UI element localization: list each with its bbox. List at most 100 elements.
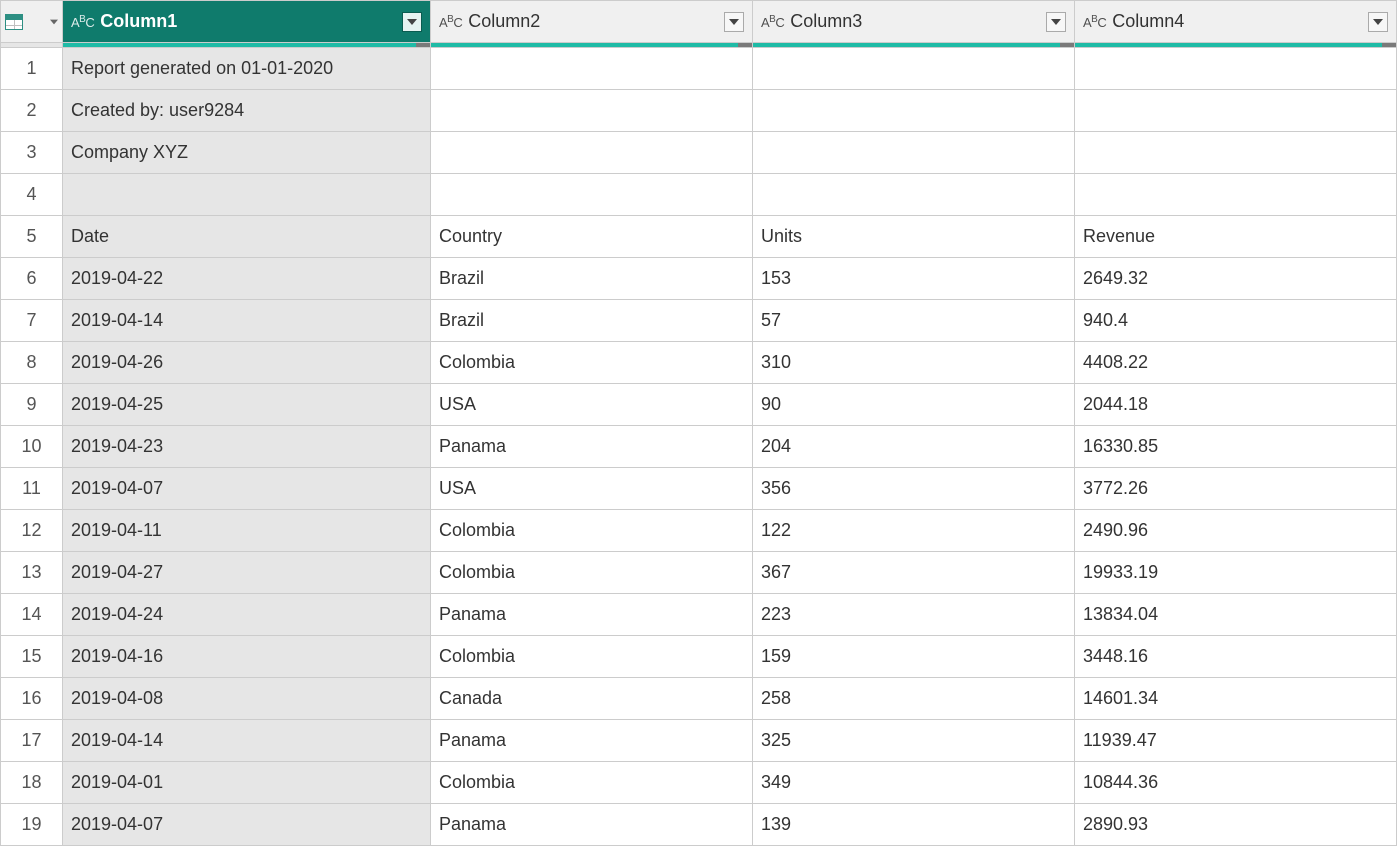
cell[interactable]: Colombia (431, 552, 753, 594)
cell[interactable]: 57 (753, 300, 1075, 342)
cell[interactable]: 139 (753, 804, 1075, 846)
row-number[interactable]: 6 (1, 258, 63, 300)
row-number[interactable]: 9 (1, 384, 63, 426)
row-number[interactable]: 19 (1, 804, 63, 846)
cell[interactable]: 310 (753, 342, 1075, 384)
table-row[interactable]: 122019-04-11Colombia1222490.96 (1, 510, 1397, 552)
column-header-column3[interactable]: ABC Column3 (753, 1, 1075, 43)
cell[interactable]: Panama (431, 804, 753, 846)
cell[interactable]: 2019-04-14 (63, 300, 431, 342)
cell[interactable]: 2019-04-08 (63, 678, 431, 720)
cell[interactable] (1075, 48, 1397, 90)
row-number[interactable]: 10 (1, 426, 63, 468)
table-row[interactable]: 92019-04-25USA902044.18 (1, 384, 1397, 426)
column-filter-button[interactable] (1368, 12, 1388, 32)
cell[interactable]: 2019-04-23 (63, 426, 431, 468)
table-row[interactable]: 192019-04-07Panama1392890.93 (1, 804, 1397, 846)
cell[interactable] (753, 48, 1075, 90)
cell[interactable]: 940.4 (1075, 300, 1397, 342)
cell[interactable]: 2044.18 (1075, 384, 1397, 426)
cell[interactable]: Date (63, 216, 431, 258)
table-row[interactable]: 162019-04-08Canada25814601.34 (1, 678, 1397, 720)
cell[interactable] (431, 90, 753, 132)
cell[interactable]: 2649.32 (1075, 258, 1397, 300)
row-number[interactable]: 3 (1, 132, 63, 174)
row-number[interactable]: 5 (1, 216, 63, 258)
table-row[interactable]: 102019-04-23Panama20416330.85 (1, 426, 1397, 468)
cell[interactable]: 10844.36 (1075, 762, 1397, 804)
cell[interactable]: 2019-04-24 (63, 594, 431, 636)
cell[interactable]: Colombia (431, 636, 753, 678)
row-number[interactable]: 14 (1, 594, 63, 636)
cell[interactable]: 2019-04-11 (63, 510, 431, 552)
column-filter-button[interactable] (402, 12, 422, 32)
cell[interactable]: 204 (753, 426, 1075, 468)
cell[interactable] (1075, 90, 1397, 132)
cell[interactable]: 2019-04-22 (63, 258, 431, 300)
table-row[interactable]: 1Report generated on 01-01-2020 (1, 48, 1397, 90)
cell[interactable]: 2019-04-07 (63, 804, 431, 846)
cell[interactable]: 19933.19 (1075, 552, 1397, 594)
table-row[interactable]: 82019-04-26Colombia3104408.22 (1, 342, 1397, 384)
row-number[interactable]: 12 (1, 510, 63, 552)
table-row[interactable]: 132019-04-27Colombia36719933.19 (1, 552, 1397, 594)
column-filter-button[interactable] (724, 12, 744, 32)
cell[interactable] (753, 132, 1075, 174)
table-row[interactable]: 5DateCountryUnitsRevenue (1, 216, 1397, 258)
cell[interactable]: Brazil (431, 258, 753, 300)
cell[interactable]: 2019-04-01 (63, 762, 431, 804)
cell[interactable]: 90 (753, 384, 1075, 426)
row-number[interactable]: 13 (1, 552, 63, 594)
cell[interactable]: 2019-04-25 (63, 384, 431, 426)
cell[interactable]: 14601.34 (1075, 678, 1397, 720)
row-number[interactable]: 18 (1, 762, 63, 804)
row-number[interactable]: 4 (1, 174, 63, 216)
cell[interactable]: 4408.22 (1075, 342, 1397, 384)
cell[interactable]: 3772.26 (1075, 468, 1397, 510)
cell[interactable]: USA (431, 468, 753, 510)
cell[interactable]: 325 (753, 720, 1075, 762)
cell[interactable]: 2019-04-14 (63, 720, 431, 762)
table-row[interactable]: 62019-04-22Brazil1532649.32 (1, 258, 1397, 300)
cell[interactable]: Units (753, 216, 1075, 258)
cell[interactable]: Panama (431, 720, 753, 762)
column-header-column1[interactable]: ABC Column1 (63, 1, 431, 43)
cell[interactable]: 2019-04-26 (63, 342, 431, 384)
row-number[interactable]: 17 (1, 720, 63, 762)
table-row[interactable]: 3Company XYZ (1, 132, 1397, 174)
cell[interactable]: 2019-04-27 (63, 552, 431, 594)
cell[interactable]: 2019-04-07 (63, 468, 431, 510)
cell[interactable]: Revenue (1075, 216, 1397, 258)
row-number[interactable]: 2 (1, 90, 63, 132)
table-row[interactable]: 112019-04-07USA3563772.26 (1, 468, 1397, 510)
table-row[interactable]: 152019-04-16Colombia1593448.16 (1, 636, 1397, 678)
column-header-column2[interactable]: ABC Column2 (431, 1, 753, 43)
cell[interactable]: Company XYZ (63, 132, 431, 174)
table-row[interactable]: 142019-04-24Panama22313834.04 (1, 594, 1397, 636)
cell[interactable]: 258 (753, 678, 1075, 720)
row-number[interactable]: 15 (1, 636, 63, 678)
cell[interactable]: Panama (431, 426, 753, 468)
cell[interactable]: Country (431, 216, 753, 258)
cell[interactable]: 153 (753, 258, 1075, 300)
cell[interactable]: Colombia (431, 342, 753, 384)
row-number[interactable]: 7 (1, 300, 63, 342)
cell[interactable] (431, 132, 753, 174)
cell[interactable]: 11939.47 (1075, 720, 1397, 762)
cell[interactable]: 2890.93 (1075, 804, 1397, 846)
row-number[interactable]: 1 (1, 48, 63, 90)
column-filter-button[interactable] (1046, 12, 1066, 32)
cell[interactable]: 223 (753, 594, 1075, 636)
table-row[interactable]: 172019-04-14Panama32511939.47 (1, 720, 1397, 762)
cell[interactable] (753, 90, 1075, 132)
cell[interactable]: 16330.85 (1075, 426, 1397, 468)
cell[interactable] (753, 174, 1075, 216)
row-number[interactable]: 16 (1, 678, 63, 720)
cell[interactable]: USA (431, 384, 753, 426)
row-number[interactable]: 8 (1, 342, 63, 384)
cell[interactable]: 3448.16 (1075, 636, 1397, 678)
cell[interactable]: 13834.04 (1075, 594, 1397, 636)
table-row[interactable]: 182019-04-01Colombia34910844.36 (1, 762, 1397, 804)
select-all-corner[interactable] (1, 1, 63, 43)
cell[interactable] (63, 174, 431, 216)
